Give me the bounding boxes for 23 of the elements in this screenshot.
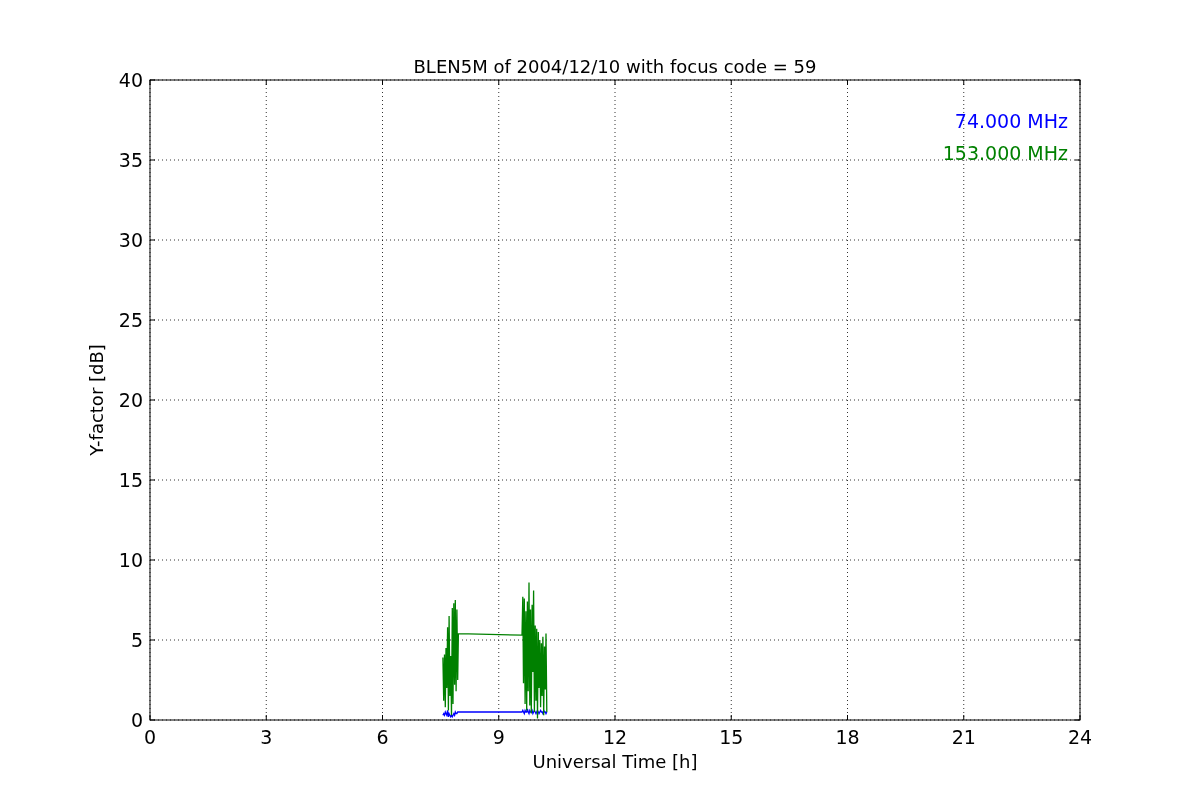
x-tick-label: 6 xyxy=(376,726,389,748)
x-tick-label: 3 xyxy=(260,726,273,748)
x-tick-label: 21 xyxy=(951,726,976,748)
y-tick-label: 20 xyxy=(118,389,143,411)
y-tick-label: 15 xyxy=(118,469,143,491)
x-tick-label: 18 xyxy=(835,726,860,748)
y-tick-label: 5 xyxy=(130,629,143,651)
y-tick-label: 35 xyxy=(118,149,143,171)
x-axis-label: Universal Time [h] xyxy=(532,751,698,772)
y-tick-label: 30 xyxy=(118,229,143,251)
x-tick-label: 12 xyxy=(602,726,628,748)
x-tick-label: 24 xyxy=(1067,726,1093,748)
y-tick-label: 40 xyxy=(118,69,143,91)
legend-label: 153.000 MHz xyxy=(942,142,1068,164)
y-tick-label: 10 xyxy=(118,549,143,571)
chart-title: BLEN5M of 2004/12/10 with focus code = 59 xyxy=(413,56,817,77)
x-tick-label: 15 xyxy=(719,726,744,748)
y-tick-label: 25 xyxy=(118,309,143,331)
x-tick-label: 9 xyxy=(492,726,505,748)
x-tick-label: 0 xyxy=(143,726,157,748)
y-axis-label: Y-factor [dB] xyxy=(86,344,107,456)
y-tick-label: 0 xyxy=(130,709,143,731)
legend-label: 74.000 MHz xyxy=(954,110,1068,132)
